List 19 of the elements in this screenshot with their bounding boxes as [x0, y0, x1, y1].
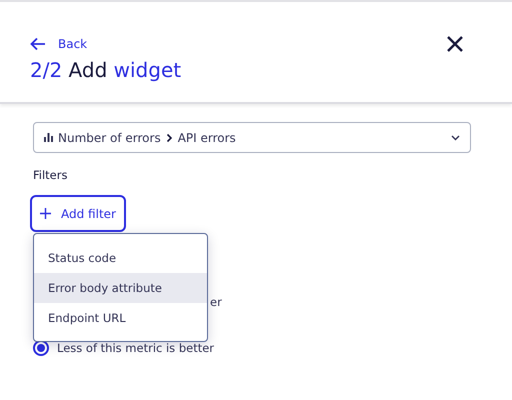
plus-icon — [40, 208, 51, 219]
add-filter-button[interactable]: Add filter — [30, 195, 126, 232]
bar-chart-icon — [44, 133, 53, 142]
option-label: Less of this metric is better — [57, 341, 214, 355]
filters-label: Filters — [33, 168, 68, 182]
menu-item[interactable]: Status code — [34, 243, 207, 273]
back-arrow-icon — [30, 37, 46, 51]
breadcrumb-text: Number of errors — [58, 130, 161, 144]
metric-select[interactable]: Number of errors API errors — [33, 122, 471, 153]
breadcrumb-text: API errors — [178, 130, 236, 144]
radio-button[interactable] — [33, 340, 49, 356]
menu-item[interactable]: Endpoint URL — [34, 303, 207, 333]
back-link[interactable]: Back — [30, 37, 88, 51]
page-title: 2/2 Add widget — [30, 57, 182, 83]
option-label: er — [210, 295, 222, 309]
chevron-right-icon — [166, 132, 173, 142]
caret-down-icon — [451, 134, 460, 140]
menu-item[interactable]: Error body attribute — [34, 273, 207, 303]
close-icon[interactable] — [446, 35, 464, 53]
